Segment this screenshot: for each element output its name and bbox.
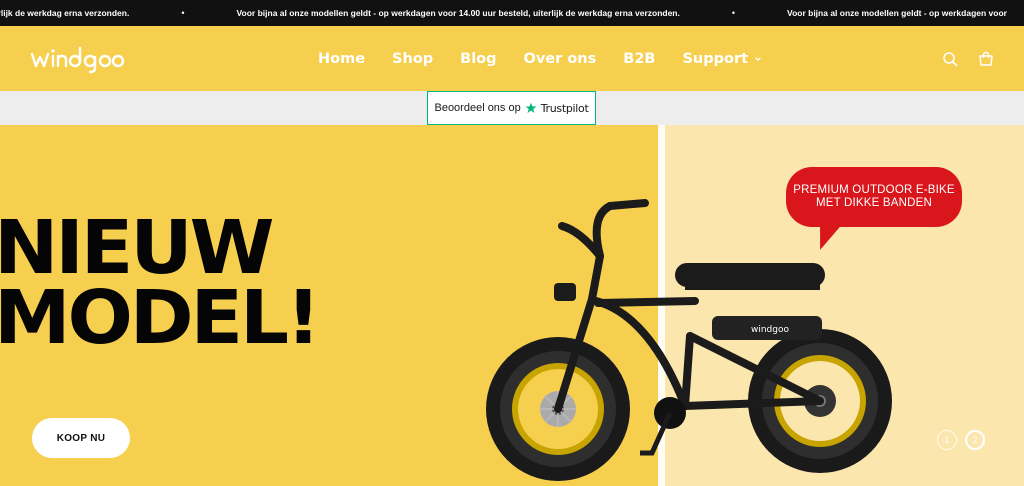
chevron-down-icon	[755, 56, 761, 61]
slide-1-button[interactable]: 1	[937, 430, 957, 450]
header-actions	[942, 26, 994, 91]
nav-over-ons[interactable]: Over ons	[524, 51, 597, 67]
main-nav: Home Shop Blog Over ons B2B Support	[318, 26, 762, 91]
slide-2-button[interactable]: 2	[965, 430, 985, 450]
speech-bubble: PREMIUM OUTDOOR E-BIKE MET DIKKE BANDEN	[786, 167, 962, 227]
announcement-bar: gen voor 14.00 uur besteld, uiterlijk de…	[0, 0, 1024, 26]
pedal	[640, 411, 673, 456]
nav-home[interactable]: Home	[318, 51, 365, 67]
star-icon	[525, 102, 537, 113]
nav-support[interactable]: Support	[682, 51, 762, 67]
trustpilot-strip: Beoordeel ons op Trustpilot	[0, 91, 1024, 125]
announcement-message: Voor bijna al onze modellen geldt - op w…	[236, 8, 680, 18]
battery-brand-label: windgoo	[751, 325, 789, 335]
announcement-message: gen voor 14.00 uur besteld, uiterlijk de…	[0, 8, 130, 18]
nav-shop[interactable]: Shop	[392, 51, 433, 67]
slider-pagination: 1 2	[937, 430, 985, 450]
hero-banner: NIEUW MODEL! KOOP NU windgoo PREMIUM OUT…	[0, 125, 1024, 486]
windgoo-logo[interactable]	[30, 44, 130, 74]
cart-icon[interactable]	[978, 51, 994, 67]
bubble-line-2: MET DIKKE BANDEN	[815, 197, 933, 209]
nav-blog[interactable]: Blog	[460, 51, 496, 67]
nav-support-label: Support	[682, 50, 749, 67]
bike-seat	[675, 263, 825, 287]
trustpilot-brand: Trustpilot	[540, 101, 589, 115]
announcement-separator: •	[181, 8, 185, 18]
headlight	[554, 283, 576, 301]
nav-blog-label: Blog	[460, 50, 497, 67]
hero-headline: NIEUW MODEL!	[0, 205, 321, 361]
nav-over-ons-label: Over ons	[523, 50, 597, 67]
announcement-message: Voor bijna al onze modellen geldt - op w…	[787, 8, 1007, 18]
bubble-line-1: PREMIUM OUTDOOR E-BIKE	[793, 184, 955, 196]
search-icon[interactable]	[942, 51, 958, 67]
headline-line-1: NIEUW	[0, 205, 275, 291]
nav-b2b-label: B2B	[623, 50, 656, 67]
nav-home-label: Home	[318, 50, 366, 67]
headline-line-2: MODEL!	[0, 275, 321, 361]
nav-b2b[interactable]: B2B	[623, 51, 655, 67]
nav-shop-label: Shop	[392, 50, 434, 67]
trustpilot-label: Beoordeel ons op	[434, 102, 521, 114]
announcement-separator: •	[731, 8, 736, 18]
koop-nu-button[interactable]: KOOP NU	[32, 418, 130, 458]
trustpilot-widget[interactable]: Beoordeel ons op Trustpilot	[427, 91, 596, 125]
site-header: Home Shop Blog Over ons B2B Support	[0, 26, 1024, 91]
speech-bubble-tail	[816, 221, 842, 253]
